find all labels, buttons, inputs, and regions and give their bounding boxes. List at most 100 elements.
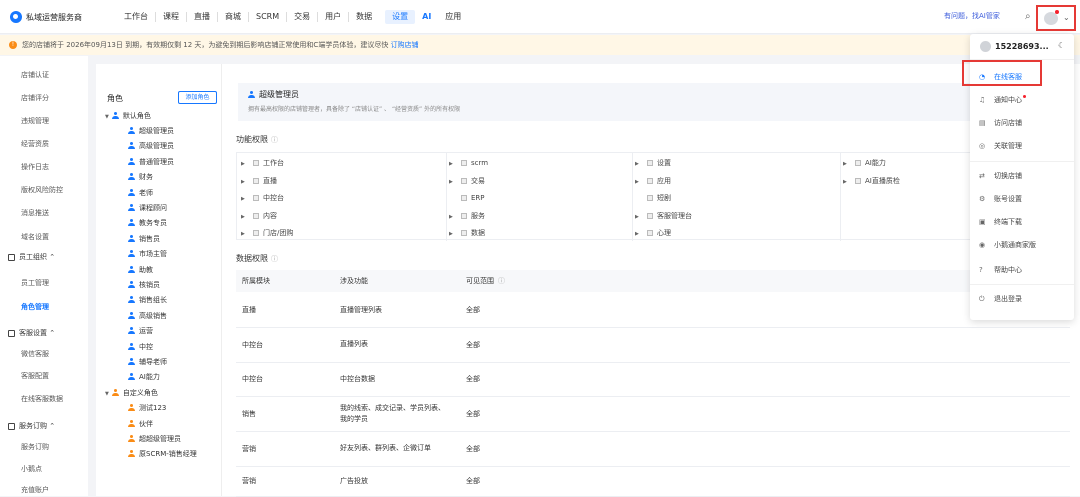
role-item[interactable]: 辅导老师 (96, 356, 222, 369)
menu-item-5[interactable]: ⚙ 账号设置 (970, 191, 1074, 207)
role-item[interactable]: 核销员 (96, 279, 222, 292)
role-item[interactable]: 运营 (96, 325, 222, 338)
sidebar-item-0[interactable]: 店铺认证 (0, 68, 88, 82)
checkbox[interactable] (855, 177, 861, 184)
nav-item-9[interactable]: AI (415, 12, 438, 22)
sidebar-item-1[interactable]: 店铺评分 (0, 91, 88, 105)
sidebar-item-12[interactable]: 微信客服 (0, 347, 88, 361)
nav-item-4[interactable]: SCRM (248, 12, 286, 22)
role-item[interactable]: 市场主管 (96, 248, 222, 261)
search-icon[interactable]: ⌕ (1025, 11, 1031, 22)
help-icon[interactable]: ⓘ (271, 255, 278, 263)
sidebar-item-10[interactable]: 角色管理 (0, 300, 88, 314)
permission-AI能力[interactable]: ▶ AI能力 (843, 158, 886, 169)
sidebar-item-7[interactable]: 域名设置 (0, 230, 88, 244)
sidebar-item-17[interactable]: 小鹅点 (0, 462, 88, 476)
permission-scrm[interactable]: ▶ scrm (449, 158, 488, 169)
role-item[interactable]: 销售员 (96, 233, 222, 246)
role-item[interactable]: 测试123 (96, 402, 222, 415)
nav-item-3[interactable]: 商城 (217, 12, 248, 22)
nav-item-6[interactable]: 用户 (317, 12, 348, 22)
sidebar-group-15[interactable]: 服务订购 ⌃ (0, 419, 88, 433)
menu-item-9[interactable]: ⏻ 退出登录 (970, 291, 1074, 307)
sidebar-item-6[interactable]: 消息推送 (0, 206, 88, 220)
role-group-default[interactable]: ▼ 默认角色 (96, 110, 222, 123)
permission-工作台[interactable]: ▶ 工作台 (241, 158, 284, 169)
menu-item-6[interactable]: ▣ 终端下载 (970, 214, 1074, 230)
role-group-custom[interactable]: ▼ 自定义角色 (96, 387, 222, 400)
permission-交易[interactable]: ▶ 交易 (449, 176, 485, 187)
permission-内容[interactable]: ▶ 内容 (241, 211, 277, 222)
checkbox[interactable] (461, 177, 467, 184)
menu-item-2[interactable]: ▤ 访问店铺 (970, 115, 1074, 131)
permission-AI直播质检[interactable]: ▶ AI直播质检 (843, 176, 900, 187)
menu-item-7[interactable]: ◉ 小鹅通商家版 (970, 237, 1074, 253)
permission-心理[interactable]: ▶ 心理 (635, 228, 671, 239)
sidebar-group-11[interactable]: 客服设置 ⌃ (0, 326, 88, 340)
checkbox[interactable] (647, 212, 653, 219)
checkbox[interactable] (253, 230, 259, 236)
nav-item-7[interactable]: 数据 (348, 12, 379, 22)
permission-服务[interactable]: ▶ 服务 (449, 211, 485, 222)
sidebar-item-9[interactable]: 员工管理 (0, 276, 88, 290)
sidebar-item-2[interactable]: 违规管理 (0, 114, 88, 128)
nav-item-8[interactable]: 设置 (385, 10, 416, 24)
role-item[interactable]: 伙伴 (96, 418, 222, 431)
checkbox[interactable] (461, 195, 467, 201)
permission-设置[interactable]: ▶ 设置 (635, 158, 671, 169)
permission-ERP[interactable]: ERP (449, 193, 485, 203)
checkbox[interactable] (647, 177, 653, 184)
nav-item-1[interactable]: 课程 (155, 12, 186, 22)
checkbox[interactable] (647, 195, 653, 201)
sidebar-item-13[interactable]: 客服配置 (0, 369, 88, 383)
permission-门店/团购[interactable]: ▶ 门店/团购 (241, 228, 293, 239)
help-icon[interactable]: ⓘ (498, 270, 505, 292)
sidebar-item-5[interactable]: 版权风险防控 (0, 183, 88, 197)
role-item[interactable]: 老师 (96, 187, 222, 200)
role-item[interactable]: 原SCRM-销售经理 (96, 448, 222, 461)
checkbox[interactable] (855, 160, 861, 166)
menu-item-8[interactable]: ? 帮助中心 (970, 262, 1074, 278)
add-role-button[interactable]: 添加角色 (178, 91, 217, 104)
nav-item-10[interactable]: 应用 (438, 12, 468, 22)
checkbox[interactable] (647, 160, 653, 166)
checkbox[interactable] (461, 230, 467, 236)
permission-客服管理台[interactable]: ▶ 客服管理台 (635, 211, 692, 222)
checkbox[interactable] (647, 230, 653, 236)
checkbox[interactable] (253, 160, 259, 166)
role-item[interactable]: AI能力 (96, 371, 222, 384)
checkbox[interactable] (253, 195, 259, 201)
role-item[interactable]: 普通管理员 (96, 156, 222, 169)
theme-toggle-icon[interactable]: ☾ (1058, 41, 1065, 50)
renew-store-link[interactable]: 订购店铺 (391, 41, 419, 49)
checkbox[interactable] (461, 160, 467, 166)
permission-应用[interactable]: ▶ 应用 (635, 176, 671, 187)
nav-item-5[interactable]: 交易 (286, 12, 317, 22)
role-item[interactable]: 助教 (96, 264, 222, 277)
permission-数据[interactable]: ▶ 数据 (449, 228, 485, 239)
menu-item-3[interactable]: ◎ 关联管理 (970, 138, 1074, 154)
nav-item-2[interactable]: 直播 (186, 12, 217, 22)
help-icon[interactable]: ⓘ (271, 136, 278, 144)
role-item[interactable]: 超超级管理员 (96, 433, 222, 446)
sidebar-item-18[interactable]: 充值账户 (0, 483, 88, 497)
role-item[interactable]: 销售组长 (96, 294, 222, 307)
role-item[interactable]: 高级管理员 (96, 140, 222, 153)
sidebar-item-3[interactable]: 经营资质 (0, 137, 88, 151)
permission-直播[interactable]: ▶ 直播 (241, 176, 277, 187)
checkbox[interactable] (253, 212, 259, 219)
sidebar-item-16[interactable]: 服务订购 (0, 440, 88, 454)
checkbox[interactable] (253, 177, 259, 184)
role-item[interactable]: 超级管理员 (96, 125, 222, 138)
sidebar-group-8[interactable]: 员工组织 ⌃ (0, 250, 88, 264)
user-menu-trigger[interactable]: ⌄ (1036, 5, 1076, 31)
ai-assistant-link[interactable]: 有问题，找AI管家 (944, 11, 1000, 21)
menu-item-1[interactable]: ♫ 通知中心 (970, 92, 1074, 108)
checkbox[interactable] (461, 212, 467, 219)
permission-中控台[interactable]: ▶ 中控台 (241, 193, 284, 204)
sidebar-item-4[interactable]: 操作日志 (0, 160, 88, 174)
permission-短剧[interactable]: 短剧 (635, 193, 671, 203)
nav-item-0[interactable]: 工作台 (117, 12, 155, 22)
role-item[interactable]: 中控 (96, 341, 222, 354)
role-item[interactable]: 课程顾问 (96, 202, 222, 215)
